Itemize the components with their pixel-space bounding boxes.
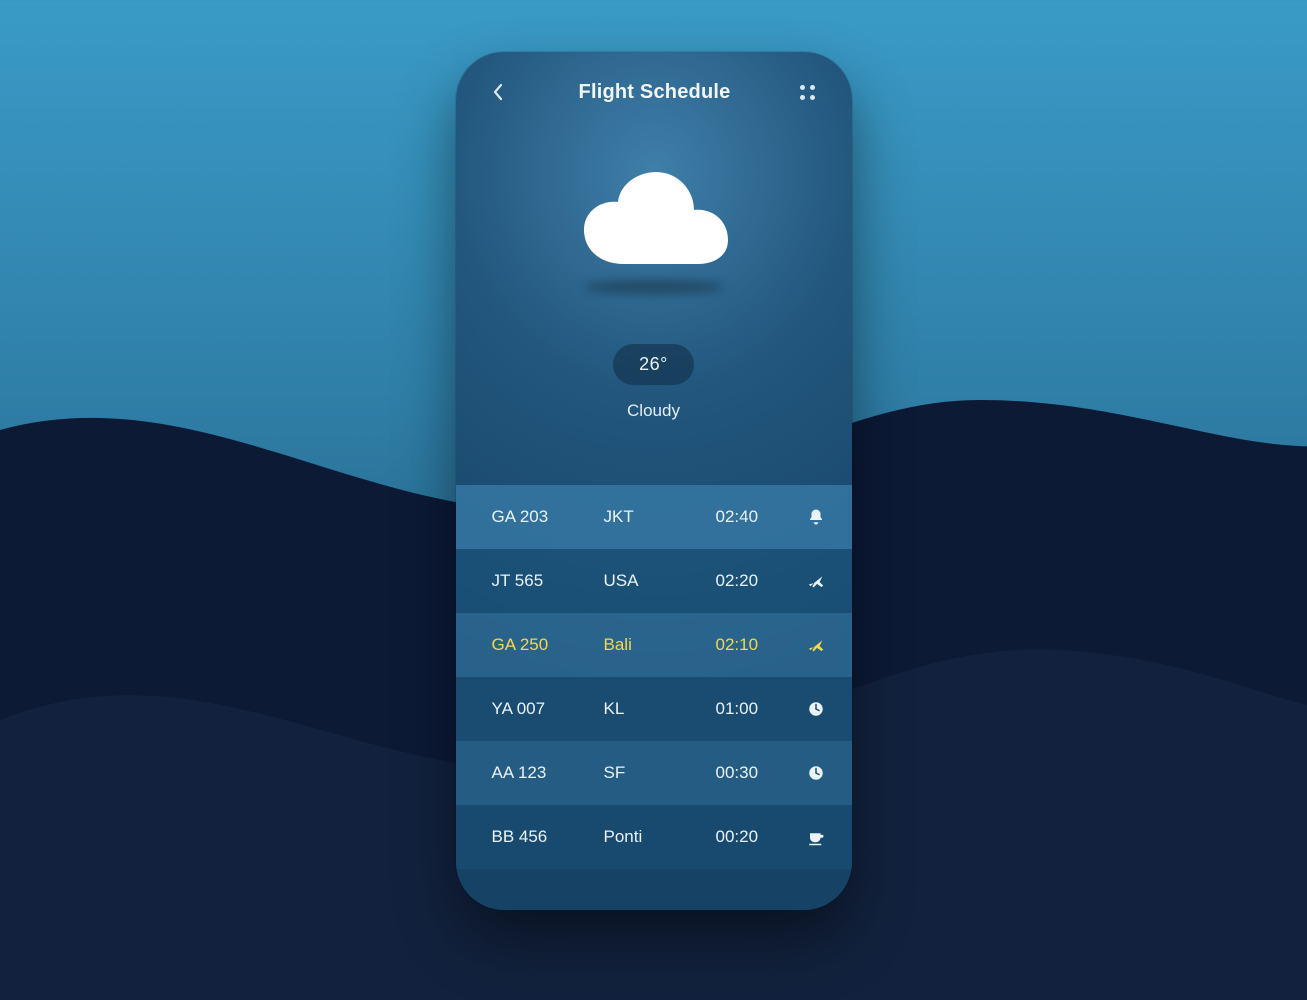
plane-icon [807,572,825,590]
flight-time: 02:40 [716,507,802,527]
flight-code: YA 007 [492,699,604,719]
back-button[interactable] [486,80,510,104]
plane-icon [807,636,825,654]
flight-time: 02:10 [716,635,802,655]
flight-destination: Bali [604,635,716,655]
weather-panel: 26° Cloudy [456,168,852,421]
flight-destination: SF [604,763,716,783]
flight-code: BB 456 [492,827,604,847]
dots-icon [800,85,805,90]
flight-status-icon [802,636,830,654]
flight-code: GA 203 [492,507,604,527]
flight-time: 02:20 [716,571,802,591]
flight-status-icon [802,764,830,782]
page-title: Flight Schedule [579,81,731,104]
temperature-badge: 26° [613,344,694,385]
flight-status-icon [802,508,830,526]
flight-code: AA 123 [492,763,604,783]
flight-destination: JKT [604,507,716,527]
chevron-left-icon [492,83,504,101]
clock-icon [807,700,825,718]
flight-row[interactable]: BB 456Ponti00:20 [456,805,852,869]
flight-row[interactable]: JT 565USA02:20 [456,549,852,613]
cup-icon [807,828,825,846]
flight-list: GA 203JKT02:40JT 565USA02:20GA 250Bali02… [456,485,852,869]
flight-code: GA 250 [492,635,604,655]
phone-frame: Flight Schedule 26° Cloudy GA 203JKT02:4… [456,52,852,910]
bell-icon [807,508,825,526]
flight-status-icon [802,700,830,718]
app-header: Flight Schedule [456,52,852,104]
flight-destination: Ponti [604,827,716,847]
flight-time: 00:20 [716,827,802,847]
flight-row[interactable]: AA 123SF00:30 [456,741,852,805]
flight-destination: KL [604,699,716,719]
cloud-icon [574,168,734,288]
flight-code: JT 565 [492,571,604,591]
flight-time: 00:30 [716,763,802,783]
more-button[interactable] [800,85,822,100]
weather-condition: Cloudy [627,401,680,421]
flight-destination: USA [604,571,716,591]
flight-row[interactable]: GA 203JKT02:40 [456,485,852,549]
flight-status-icon [802,572,830,590]
clock-icon [807,764,825,782]
flight-time: 01:00 [716,699,802,719]
flight-status-icon [802,828,830,846]
flight-row[interactable]: YA 007KL01:00 [456,677,852,741]
flight-row[interactable]: GA 250Bali02:10 [456,613,852,677]
